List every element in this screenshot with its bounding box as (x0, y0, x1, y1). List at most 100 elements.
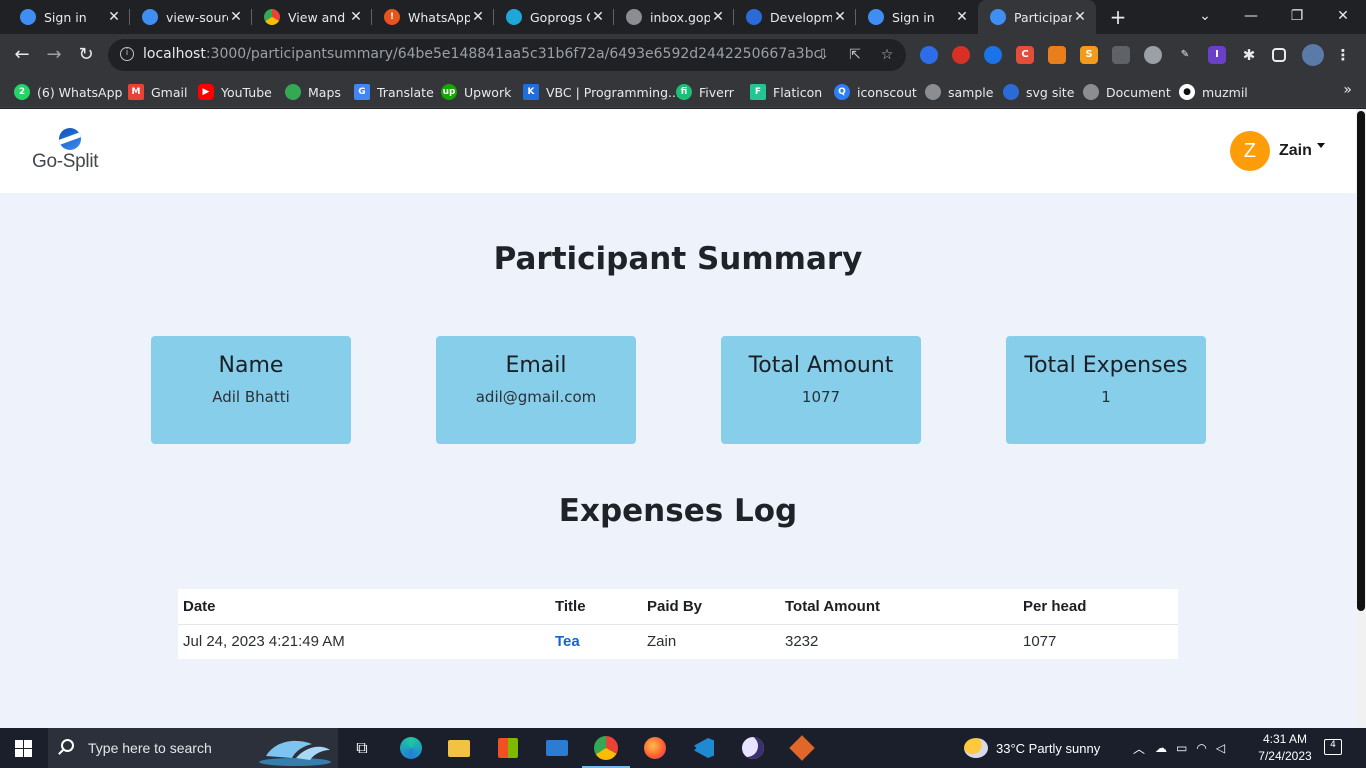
bookmark-flaticon[interactable]: F Flaticon (750, 82, 822, 102)
close-tab-icon[interactable]: ✕ (1072, 9, 1088, 25)
new-tab-icon[interactable]: + (1106, 5, 1130, 29)
close-tab-icon[interactable]: ✕ (106, 9, 122, 25)
metamask-icon[interactable] (1048, 46, 1066, 64)
file-explorer-icon[interactable] (445, 734, 473, 762)
tab-search-icon[interactable]: ⌄ (1182, 0, 1228, 34)
bookmark-vbc[interactable]: K VBC | Programming... (523, 82, 680, 102)
chrome-taskbar-icon[interactable] (582, 734, 630, 768)
install-icon[interactable]: ⇩ (814, 46, 832, 64)
caret-down-icon[interactable] (1316, 142, 1325, 148)
show-hidden-icons-icon[interactable]: ︿ (1133, 740, 1145, 757)
side-panel-icon[interactable] (1272, 48, 1286, 62)
close-tab-icon[interactable]: ✕ (470, 9, 486, 25)
browser-tab[interactable]: Goprogs C ✕ (494, 0, 614, 34)
close-tab-icon[interactable]: ✕ (832, 9, 848, 25)
taskbar-clock[interactable]: 4:31 AM 7/24/2023 (1250, 731, 1320, 765)
card-value: adil@gmail.com (475, 388, 597, 406)
menu-icon[interactable]: ⋮ (1334, 46, 1352, 64)
address-bar[interactable]: i localhost:3000/participantsummary/64be… (108, 39, 906, 71)
bookmark-translate[interactable]: G Translate (354, 82, 434, 102)
table-row: Jul 24, 2023 4:21:49 AM Tea Zain 3232 10… (178, 624, 1178, 659)
bookmark-youtube[interactable]: ▶ YouTube (198, 82, 272, 102)
column-header-per-head: Per head (1018, 589, 1178, 625)
bookmark-maps[interactable]: Maps (285, 82, 341, 102)
vscode-icon[interactable] (690, 734, 718, 762)
browser-tab[interactable]: inbox.gopr ✕ (614, 0, 734, 34)
share-icon[interactable]: ⇱ (846, 46, 864, 64)
firefox-icon[interactable] (641, 734, 669, 762)
bookmark-sample[interactable]: sample (925, 82, 993, 102)
close-window-icon[interactable]: ✕ (1320, 0, 1366, 34)
wifi-icon[interactable]: ◠ (1196, 741, 1206, 755)
minimize-icon[interactable]: — (1228, 0, 1274, 34)
extension-icon[interactable] (920, 46, 938, 64)
scrollbar-thumb[interactable] (1357, 111, 1365, 611)
restore-icon[interactable]: ❐ (1274, 0, 1320, 34)
close-tab-icon[interactable]: ✕ (954, 9, 970, 25)
user-menu[interactable]: Z Zain (1230, 131, 1325, 171)
windows-taskbar: Type here to search ⧉ 33°C Partly sunny … (0, 728, 1366, 768)
windows-start-icon[interactable] (15, 740, 32, 757)
close-tab-icon[interactable]: ✕ (710, 9, 726, 25)
page-scrollbar[interactable] (1356, 109, 1366, 728)
extension-icon[interactable]: C (1016, 46, 1034, 64)
taskbar-search[interactable]: Type here to search (48, 728, 338, 768)
close-tab-icon[interactable]: ✕ (590, 9, 606, 25)
forward-icon[interactable]: → (42, 43, 66, 67)
network-drive-icon[interactable]: ☁ (1155, 741, 1167, 755)
bookmark-iconscout[interactable]: Qiconscout (834, 82, 917, 102)
weather-widget[interactable]: 33°C Partly sunny (964, 728, 1100, 768)
extension-icon[interactable] (952, 46, 970, 64)
edge-icon[interactable] (397, 734, 425, 762)
browser-tab[interactable]: ! WhatsApp ✕ (372, 0, 494, 34)
expenses-table: Date Title Paid By Total Amount Per head… (178, 589, 1178, 659)
notification-center-icon[interactable]: 4 (1324, 739, 1342, 755)
extension-icon[interactable] (1144, 46, 1162, 64)
volume-icon[interactable]: ◁ (1216, 741, 1225, 755)
extension-icon[interactable]: I (1208, 46, 1226, 64)
browser-tab[interactable]: Developme ✕ (734, 0, 856, 34)
close-tab-icon[interactable]: ✕ (348, 9, 364, 25)
bookmark-muzmil[interactable]: ● muzmil (1179, 82, 1248, 102)
page-title: Participant Summary (493, 241, 863, 277)
avatar[interactable]: Z (1230, 131, 1270, 171)
bookmark-document[interactable]: Document (1083, 82, 1171, 102)
git-icon[interactable] (788, 734, 816, 762)
browser-tab[interactable]: View and e ✕ (252, 0, 372, 34)
browser-tab[interactable]: view-source ✕ (130, 0, 252, 34)
extensions-puzzle-icon[interactable]: ✱ (1240, 46, 1258, 64)
task-view-icon[interactable]: ⧉ (348, 734, 376, 762)
name-card: Name Adil Bhatti (151, 336, 351, 444)
expense-title-link[interactable]: Tea (550, 624, 642, 659)
bookmark-upwork[interactable]: up Upwork (441, 82, 511, 102)
pen-icon[interactable]: ✎ (1176, 46, 1194, 64)
battery-icon[interactable]: ▭ (1176, 741, 1187, 755)
user-name[interactable]: Zain (1279, 142, 1312, 160)
bookmark-svg-site[interactable]: svg site (1003, 82, 1074, 102)
table-header-row: Date Title Paid By Total Amount Per head (178, 589, 1178, 625)
close-tab-icon[interactable]: ✕ (228, 9, 244, 25)
bookmark-fiverr[interactable]: fi Fiverr (676, 82, 734, 102)
reload-icon[interactable]: ↻ (74, 43, 98, 67)
back-icon[interactable]: ← (10, 43, 34, 67)
mail-icon[interactable] (543, 734, 571, 762)
column-header-title: Title (550, 589, 642, 625)
app-icon[interactable] (739, 734, 767, 762)
browser-tab[interactable]: Sign in ✕ (856, 0, 978, 34)
go-split-logo[interactable]: Go-Split (32, 128, 112, 174)
bookmark-whatsapp[interactable]: 2 (6) WhatsApp (14, 82, 122, 102)
bookmarks-overflow-icon[interactable]: » (1343, 82, 1352, 98)
bookmark-star-icon[interactable]: ☆ (878, 46, 896, 64)
browser-tab[interactable]: Sign in ✕ (8, 0, 130, 34)
column-header-paid-by: Paid By (642, 589, 780, 625)
microsoft-store-icon[interactable] (494, 734, 522, 762)
extension-icon[interactable] (984, 46, 1002, 64)
profile-avatar-icon[interactable] (1302, 44, 1324, 66)
system-tray[interactable]: ︿ ☁ ▭ ◠ ◁ (1133, 728, 1225, 768)
browser-tab-active[interactable]: Participant ✕ (978, 0, 1096, 34)
extension-icon[interactable] (1112, 46, 1130, 64)
extension-icon[interactable]: S (1080, 46, 1098, 64)
site-info-icon[interactable]: i (120, 47, 134, 61)
bookmark-gmail[interactable]: M Gmail (128, 82, 187, 102)
browser-tab-strip: Sign in ✕ view-source ✕ View and e ✕ ! W… (0, 0, 1366, 34)
